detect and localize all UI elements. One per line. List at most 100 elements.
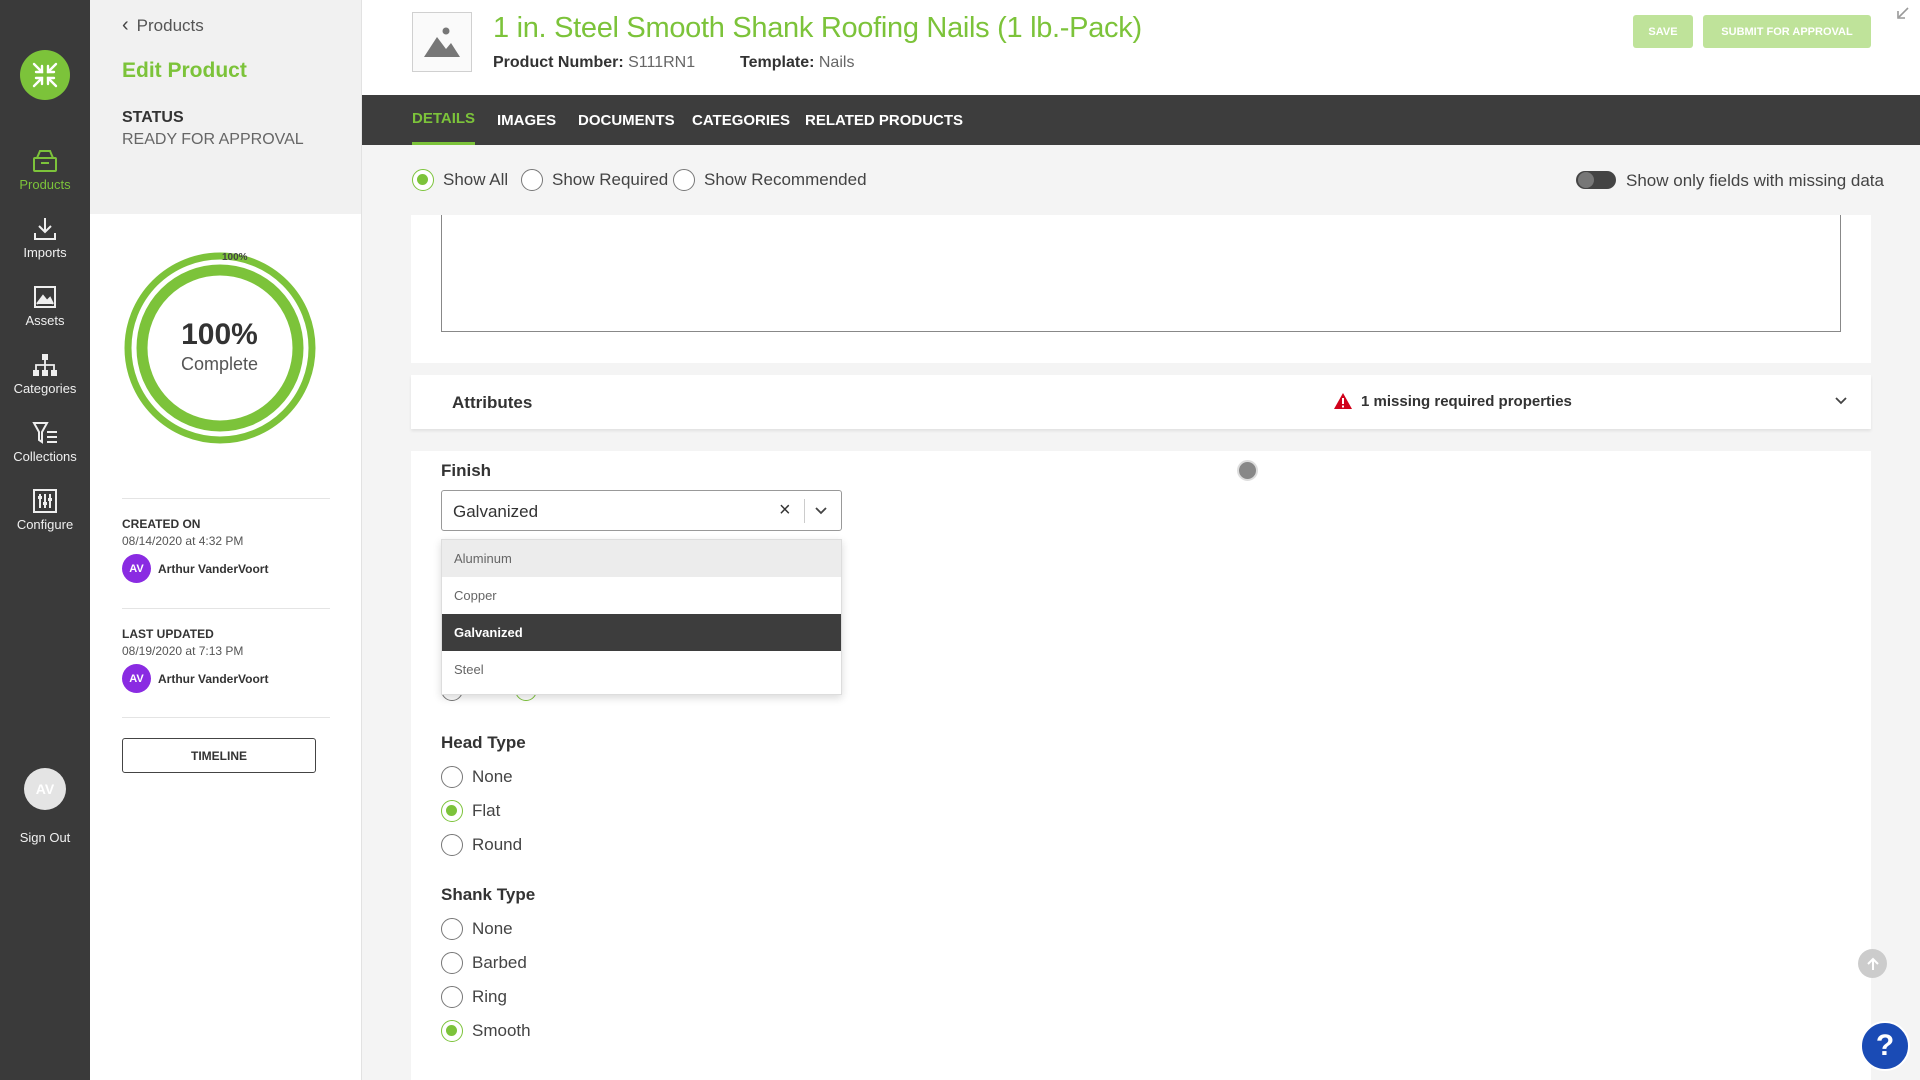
updated-by: AV Arthur VanderVoort [122,664,330,693]
radio-checked[interactable] [441,800,463,822]
radio-unchecked[interactable] [441,834,463,856]
hierarchy-icon [33,354,57,376]
show-all-label: Show All [443,170,509,189]
sliders-icon [33,489,57,513]
product-header: 1 in. Steel Smooth Shank Roofing Nails (… [362,0,1920,95]
shank-type-smooth[interactable]: Smooth [441,1020,531,1042]
nav-configure[interactable]: Configure [0,488,90,532]
finish-option-steel[interactable]: Steel [442,651,841,688]
radio-checked[interactable] [441,1020,463,1042]
head-type-flat[interactable]: Flat [441,800,500,822]
save-button[interactable]: SAVE [1633,15,1693,48]
radio-unchecked[interactable] [673,169,695,191]
shank-type-none-label: None [472,919,513,938]
head-type-label: Head Type [441,733,526,752]
radio-unchecked[interactable] [441,766,463,788]
last-updated-block: LAST UPDATED 08/19/2020 at 7:13 PM AV Ar… [122,608,330,693]
collapse-arrows-icon [32,62,58,88]
product-thumbnail[interactable] [412,12,472,72]
image-icon [34,286,56,308]
head-type-flat-label: Flat [472,801,501,820]
minimize-icon[interactable] [1892,6,1910,24]
head-type-round[interactable]: Round [441,834,522,856]
back-link-label: Products [136,15,204,35]
nav-imports-label: Imports [23,245,67,260]
finish-dropdown-menu: Aluminum Copper Galvanized Steel [441,539,842,695]
app-logo-icon[interactable] [20,50,70,100]
clear-icon[interactable]: × [779,499,791,522]
nav-categories[interactable]: Categories [0,352,90,396]
panel-header: ‹ Products Edit Product STATUS READY FOR… [90,0,361,214]
finish-option-aluminum[interactable]: Aluminum [442,540,841,577]
tab-images[interactable]: IMAGES [497,95,556,145]
radio-checked[interactable] [412,169,434,191]
show-all-option[interactable]: Show All [412,169,508,191]
shank-type-label: Shank Type [441,885,536,904]
shank-type-none[interactable]: None [441,918,513,940]
help-button[interactable]: ? [1860,1021,1910,1071]
nav-categories-label: Categories [13,381,77,396]
radio-unchecked[interactable] [441,986,463,1008]
shank-type-ring-label: Ring [472,987,507,1006]
arrow-up-icon [1866,957,1879,970]
finish-select-value[interactable]: Galvanized [453,502,538,522]
edit-product-title: Edit Product [122,59,247,82]
show-required-option[interactable]: Show Required [521,169,668,191]
created-on-label: CREATED ON [122,517,201,531]
attributes-section-header[interactable]: Attributes 1 missing required properties [411,375,1871,429]
avatar: AV [122,664,151,693]
nav-assets[interactable]: Assets [0,284,90,328]
download-icon [34,218,56,240]
field-filter-bar: Show All Show Required Show Recommended … [362,145,1920,215]
finish-option-galvanized[interactable]: Galvanized [442,614,841,651]
shank-type-smooth-label: Smooth [472,1021,531,1040]
nav-products-label: Products [19,177,71,192]
submit-for-approval-button[interactable]: SUBMIT FOR APPROVAL [1703,15,1871,48]
tab-details[interactable]: DETAILS [412,95,476,145]
head-type-none[interactable]: None [441,766,513,788]
box-icon [33,150,57,172]
nav-configure-label: Configure [16,517,74,532]
back-to-products-link[interactable]: ‹ Products [122,14,329,37]
question-icon: ? [1875,1029,1895,1062]
shank-type-barbed[interactable]: Barbed [441,952,527,974]
radio-unchecked[interactable] [521,169,543,191]
missing-data-toggle[interactable] [1576,171,1616,189]
finish-option-copper[interactable]: Copper [442,577,841,614]
description-textarea[interactable] [441,215,1841,332]
shank-type-barbed-label: Barbed [472,953,527,972]
chevron-down-icon[interactable] [1833,393,1849,409]
nav-rail: Products Imports Assets Categories Colle… [0,0,90,1080]
shank-type-ring[interactable]: Ring [441,986,507,1008]
tab-documents[interactable]: DOCUMENTS [578,95,675,145]
filter-list-icon [32,422,57,444]
divider [122,717,330,718]
finish-label: Finish [441,461,492,480]
nav-collections[interactable]: Collections [0,420,90,464]
product-number-label: Product Number: [493,54,624,71]
radio-unchecked[interactable] [441,918,463,940]
finish-select[interactable]: Galvanized × [441,490,842,531]
completion-small-label: 100% [222,252,248,263]
radio-unchecked[interactable] [441,952,463,974]
nav-collections-label: Collections [13,449,77,464]
description-card [411,215,1871,363]
attributes-title: Attributes [452,393,533,412]
tab-related-products[interactable]: RELATED PRODUCTS [805,95,963,145]
created-by: AV Arthur VanderVoort [122,554,330,583]
timeline-button[interactable]: TIMELINE [122,738,316,773]
sign-out-link[interactable]: Sign Out [0,830,90,845]
last-updated-label: LAST UPDATED [122,627,214,641]
scroll-to-top-button[interactable] [1858,949,1887,978]
show-recommended-option[interactable]: Show Recommended [673,169,867,191]
nav-imports[interactable]: Imports [0,216,90,260]
product-title: 1 in. Steel Smooth Shank Roofing Nails (… [493,12,1142,44]
chevron-down-icon[interactable] [813,503,829,519]
tab-categories[interactable]: CATEGORIES [692,95,790,145]
status-label: STATUS [122,109,184,126]
avatar: AV [122,554,151,583]
created-by-name: Arthur VanderVoort [158,561,269,576]
user-avatar[interactable]: AV [24,768,66,810]
nav-products[interactable]: Products [0,148,90,192]
missing-data-toggle-label: Show only fields with missing data [1626,171,1884,190]
